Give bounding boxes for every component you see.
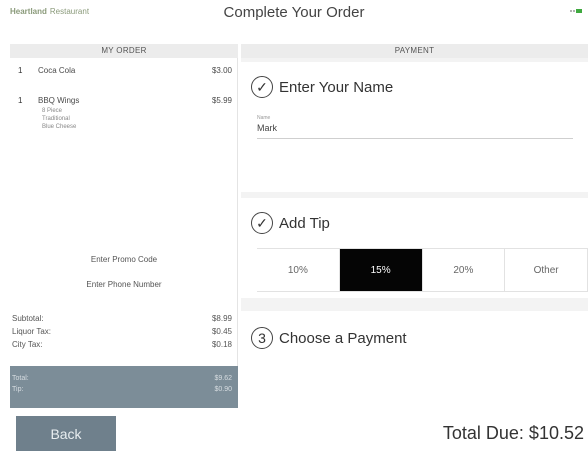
modifier: Traditional xyxy=(42,116,70,122)
item-name: BBQ Wings xyxy=(38,96,80,105)
name-section: ✓ Enter Your Name Name Mark xyxy=(241,62,588,192)
name-step-title: ✓ Enter Your Name xyxy=(251,76,393,98)
liquor-tax-value: $0.45 xyxy=(211,327,232,336)
total-value: $9.62 xyxy=(214,375,232,382)
input-underline xyxy=(257,138,573,139)
order-panel: 1 Coca Cola $3.00 1 BBQ Wings $5.99 8 Pi… xyxy=(10,58,238,408)
tip-value: $0.90 xyxy=(214,386,232,393)
item-qty: 1 xyxy=(18,66,23,75)
name-field-label: Name xyxy=(257,115,271,121)
item-name: Coca Cola xyxy=(38,66,76,75)
liquor-tax-label: Liquor Tax: xyxy=(12,327,51,336)
step-number: 3 xyxy=(251,327,273,349)
tip-section: ✓ Add Tip 10% 15% 20% Other xyxy=(241,198,588,298)
modifier: 8 Piece xyxy=(42,108,63,114)
total-summary: Total: $9.62 Tip: $0.90 xyxy=(10,366,238,408)
total-due: Total Due: $10.52 xyxy=(442,423,584,443)
payment-method-section: 3 Choose a Payment xyxy=(241,311,588,408)
name-input[interactable]: Mark xyxy=(257,123,277,133)
back-button[interactable]: Back xyxy=(16,416,116,451)
name-step-label: Enter Your Name xyxy=(279,78,394,96)
payment-step-label: Choose a Payment xyxy=(279,329,407,347)
total-label: Total: xyxy=(12,375,29,382)
tip-step-title: ✓ Add Tip xyxy=(251,212,330,234)
subtotal-label: Subtotal: xyxy=(12,314,44,323)
tip-step-label: Add Tip xyxy=(279,214,330,232)
check-icon: ✓ xyxy=(251,76,273,98)
tip-label: Tip: xyxy=(12,386,24,393)
item-price: $5.99 xyxy=(211,96,232,105)
city-tax-value: $0.18 xyxy=(211,340,232,349)
city-tax-label: City Tax: xyxy=(12,340,43,349)
page-title: Complete Your Order xyxy=(223,4,365,21)
payment-step-title[interactable]: 3 Choose a Payment xyxy=(251,327,407,349)
item-modifiers: 8 Piece Traditional Blue Cheese xyxy=(42,107,76,131)
tip-options: 10% 15% 20% Other xyxy=(257,248,588,292)
payment-heading: PAYMENT xyxy=(241,44,588,58)
promo-code-link[interactable]: Enter Promo Code xyxy=(10,255,238,264)
item-price: $3.00 xyxy=(211,66,232,75)
phone-number-link[interactable]: Enter Phone Number xyxy=(10,280,238,289)
top-bar: Heartland Restaurant Complete Your Order xyxy=(0,0,588,24)
tip-option-other[interactable]: Other xyxy=(505,249,588,291)
tip-option-20[interactable]: 20% xyxy=(422,249,506,291)
check-icon: ✓ xyxy=(251,212,273,234)
payment-panel: ✓ Enter Your Name Name Mark ✓ Add Tip 10… xyxy=(241,58,588,408)
battery-icon xyxy=(570,8,584,13)
tip-option-10[interactable]: 10% xyxy=(257,249,340,291)
modifier: Blue Cheese xyxy=(42,124,77,130)
tip-option-15[interactable]: 15% xyxy=(339,249,423,291)
item-qty: 1 xyxy=(18,96,23,105)
my-order-heading: MY ORDER xyxy=(10,44,238,58)
subtotal-value: $8.99 xyxy=(211,314,232,323)
